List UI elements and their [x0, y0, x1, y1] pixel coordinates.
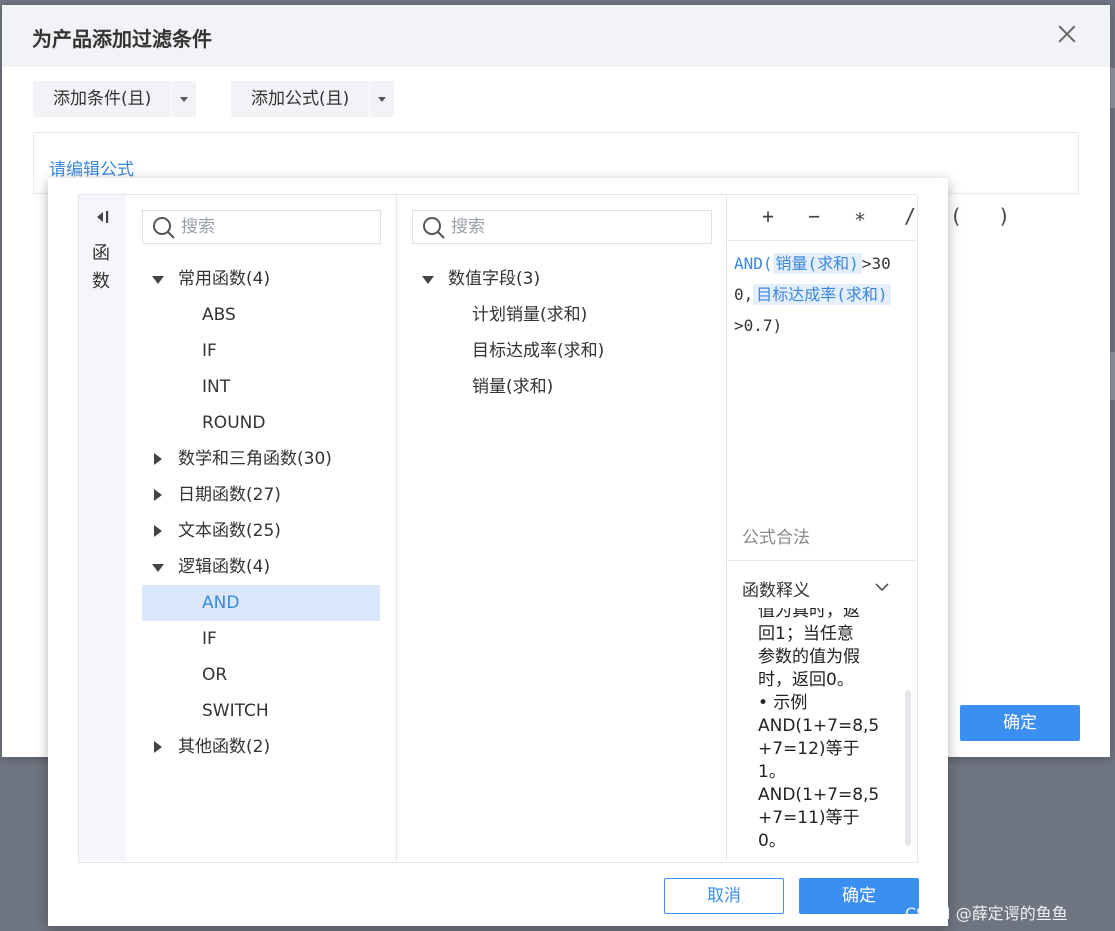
explain-line: 参数的值为假: [758, 647, 860, 667]
caret-right-icon: [154, 453, 162, 465]
code-field-token: 销量(求和): [772, 253, 862, 274]
function-explain-body: 值为真时，返 回1；当任意 参数的值为假 时，返回0。 • 示例 AND(1+7…: [758, 608, 898, 860]
add-formula-button[interactable]: 添加公式(且): [231, 81, 395, 117]
explain-line: +7=12)等于: [758, 739, 860, 759]
tree-group-other[interactable]: 其他函数(2): [152, 729, 380, 765]
formula-status: 公式合法: [742, 528, 810, 548]
code-segment: 0,: [734, 285, 754, 304]
column-divider: [726, 195, 727, 861]
tree-item-and[interactable]: AND: [202, 585, 239, 621]
code-function: AND(: [734, 254, 773, 273]
operator-open-paren[interactable]: (: [950, 204, 962, 228]
explain-line: 0。: [758, 831, 786, 851]
caret-right-icon: [154, 489, 162, 501]
code-field-token: 目标达成率(求和): [753, 284, 891, 305]
selected-row-highlight: [142, 585, 380, 621]
tree-item-abs[interactable]: ABS: [202, 297, 236, 333]
dialog-header: 为产品添加过滤条件: [2, 5, 1110, 67]
code-segment: >0.7): [734, 316, 783, 335]
close-icon[interactable]: [1056, 23, 1078, 45]
field-item-target-rate[interactable]: 目标达成率(求和): [472, 333, 604, 369]
field-item-sales[interactable]: 销量(求和): [472, 369, 553, 405]
dialog-ok-button[interactable]: 确定: [960, 705, 1080, 741]
caret-right-icon: [154, 525, 162, 537]
caret-down-icon: [152, 564, 164, 572]
explain-line: +7=11)等于: [758, 808, 860, 828]
tree-group-text[interactable]: 文本函数(25): [152, 513, 380, 549]
explain-line: 1。: [758, 762, 786, 782]
field-item-planned-sales[interactable]: 计划销量(求和): [472, 297, 587, 333]
tree-group-math[interactable]: 数学和三角函数(30): [152, 441, 380, 477]
caret-down-icon: [422, 276, 434, 284]
tree-item-or[interactable]: OR: [202, 657, 227, 693]
field-search[interactable]: [412, 210, 712, 244]
add-condition-button[interactable]: 添加条件(且): [33, 81, 197, 117]
explain-line: AND(1+7=8,5: [758, 716, 880, 736]
function-search[interactable]: [142, 210, 381, 244]
tree-item-int[interactable]: INT: [202, 369, 230, 405]
chevron-down-icon[interactable]: [171, 81, 196, 117]
column-divider: [396, 195, 397, 861]
field-group-numeric[interactable]: 数值字段(3): [422, 261, 712, 297]
explain-line: AND(1+7=8,5: [758, 785, 880, 805]
explain-line: 时，返回0。: [758, 670, 854, 690]
function-explain-title[interactable]: 函数释义: [742, 576, 810, 601]
confirm-button[interactable]: 确定: [799, 878, 919, 914]
add-formula-label[interactable]: 添加公式(且): [231, 81, 369, 117]
operator-multiply[interactable]: ∗: [854, 204, 866, 228]
cancel-button[interactable]: 取消: [664, 878, 784, 914]
tree-group-date[interactable]: 日期函数(27): [152, 477, 380, 513]
operator-close-paren[interactable]: ): [998, 204, 1010, 228]
formula-editor-popup: 函数 常用函数(4) ABS IF INT ROUND 数学和三角函数(30) …: [48, 178, 948, 926]
search-icon: [423, 217, 445, 239]
code-segment: >30: [861, 254, 891, 273]
caret-down-icon: [152, 276, 164, 284]
formula-editor[interactable]: AND(销量(求和) >30 0, 目标达成率(求和) >0.7): [734, 248, 914, 341]
explain-line: 回1；当任意: [758, 624, 854, 644]
chevron-down-icon[interactable]: [874, 579, 890, 595]
collapse-panel-icon[interactable]: [93, 208, 111, 226]
watermark: CSDN @薛定谔的鱼鱼: [905, 904, 1068, 923]
tree-group-common[interactable]: 常用函数(4): [152, 261, 380, 297]
chevron-down-icon[interactable]: [369, 81, 394, 117]
tree-item-round[interactable]: ROUND: [202, 405, 265, 441]
explain-line: • 示例: [758, 693, 808, 713]
tree-item-switch[interactable]: SWITCH: [202, 693, 269, 729]
explain-scrollbar[interactable]: [905, 690, 911, 846]
operator-plus[interactable]: +: [762, 204, 774, 228]
functions-tab-label[interactable]: 函数: [92, 240, 112, 296]
edit-formula-link[interactable]: 请编辑公式: [49, 155, 134, 180]
dialog-title: 为产品添加过滤条件: [32, 27, 212, 51]
function-search-input[interactable]: [179, 216, 363, 238]
operator-minus[interactable]: −: [808, 204, 820, 228]
caret-right-icon: [154, 741, 162, 753]
operator-divider: [727, 240, 916, 241]
add-condition-label[interactable]: 添加条件(且): [33, 81, 171, 117]
operator-divide[interactable]: /: [904, 204, 916, 228]
status-divider: [727, 560, 916, 561]
tree-item-if-logic[interactable]: IF: [202, 621, 217, 657]
explain-line: 值为真时，返: [758, 608, 860, 621]
field-search-input[interactable]: [449, 216, 633, 238]
tree-group-logic[interactable]: 逻辑函数(4): [152, 549, 380, 585]
tree-item-if[interactable]: IF: [202, 333, 217, 369]
search-icon: [153, 217, 175, 239]
